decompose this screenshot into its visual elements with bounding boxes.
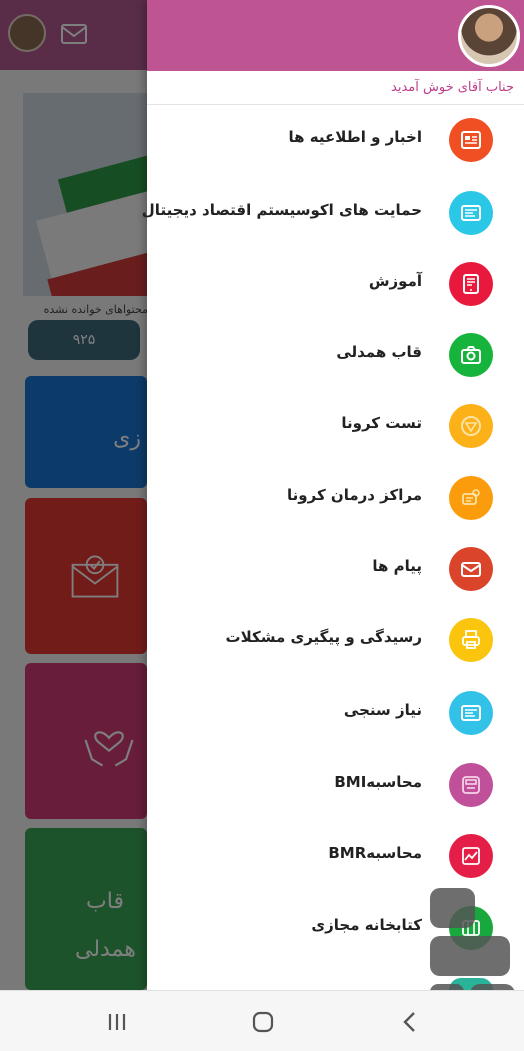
back-icon[interactable] — [396, 1007, 426, 1037]
envelope-icon — [449, 547, 493, 591]
navigation-drawer: جناب آقای خوش آمدید اخبار و اطلاعیه ها ح… — [142, 0, 524, 990]
welcome-text: جناب آقای خوش آمدید — [391, 80, 514, 95]
tablet-learning-icon — [449, 262, 493, 306]
scale-icon — [449, 763, 493, 807]
menu-label: آموزش — [368, 272, 422, 290]
drawer-header — [147, 0, 524, 71]
menu-label: محاسبهBMR — [328, 844, 422, 862]
support-card-icon — [449, 191, 493, 235]
system-navigation-bar — [0, 990, 524, 1051]
menu-label: کتابخانه مجازی — [311, 916, 422, 934]
menu-label: مراکز درمان کرونا — [287, 486, 422, 504]
camera-icon — [449, 333, 493, 377]
menu-label: نیاز سنجی — [343, 701, 422, 719]
menu-item-bmi[interactable]: محاسبهBMI — [147, 755, 524, 815]
menu-label: اخبار و اطلاعیه ها — [288, 128, 423, 146]
menu-label: حمایت های اکوسیستم اقتصاد دیجیتال — [141, 201, 422, 219]
divider — [147, 104, 524, 105]
menu-item-education[interactable]: آموزش — [147, 254, 524, 314]
menu-item-digital-economy[interactable]: حمایت های اکوسیستم اقتصاد دیجیتال — [142, 183, 524, 243]
hospital-card-icon — [449, 476, 493, 520]
profile-avatar[interactable] — [458, 5, 520, 67]
menu-item-news[interactable]: اخبار و اطلاعیه ها — [147, 110, 524, 170]
recents-icon[interactable] — [102, 1007, 132, 1037]
menu-label: رسیدگی و پیگیری مشکلات — [225, 628, 422, 646]
menu-item-corona-centers[interactable]: مراکز درمان کرونا — [147, 468, 524, 528]
menu-item-corona-test[interactable]: تست کرونا — [147, 396, 524, 456]
printer-icon — [449, 618, 493, 662]
menu-label: محاسبهBMI — [334, 773, 422, 791]
home-icon[interactable] — [248, 1007, 278, 1037]
menu-label: پیام ها — [372, 557, 422, 575]
menu-item-empathy-frame[interactable]: قاب همدلی — [147, 325, 524, 385]
menu-item-issue-tracking[interactable]: رسیدگی و پیگیری مشکلات — [147, 610, 524, 670]
news-icon — [449, 118, 493, 162]
menu-item-needs-assessment[interactable]: نیاز سنجی — [147, 683, 524, 743]
chart-icon — [449, 834, 493, 878]
test-badge-icon — [449, 404, 493, 448]
menu-item-messages[interactable]: پیام ها — [147, 539, 524, 599]
menu-label: تست کرونا — [341, 414, 422, 432]
survey-card-icon — [449, 691, 493, 735]
menu-label: قاب همدلی — [336, 343, 422, 361]
menu-item-bmr[interactable]: محاسبهBMR — [147, 826, 524, 886]
